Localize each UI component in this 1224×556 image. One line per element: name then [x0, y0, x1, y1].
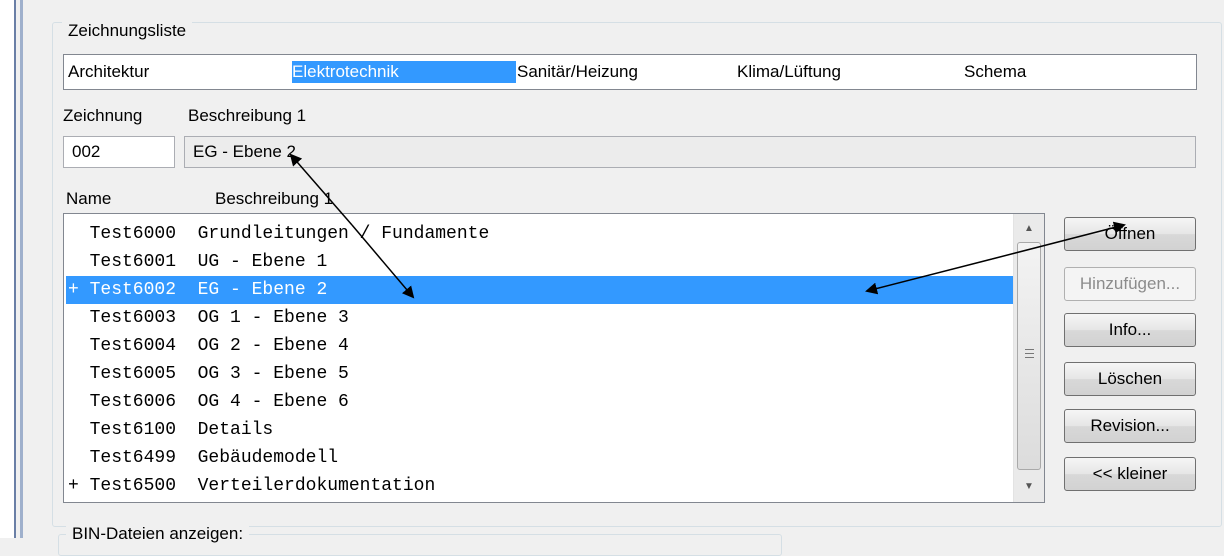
annotation-arrows	[289, 153, 1126, 299]
annotation-arrow-line	[289, 153, 353, 226]
annotation-arrow-line	[351, 224, 415, 299]
annotation-arrow-line	[865, 258, 993, 295]
annotation-arrow-line	[991, 221, 1126, 260]
